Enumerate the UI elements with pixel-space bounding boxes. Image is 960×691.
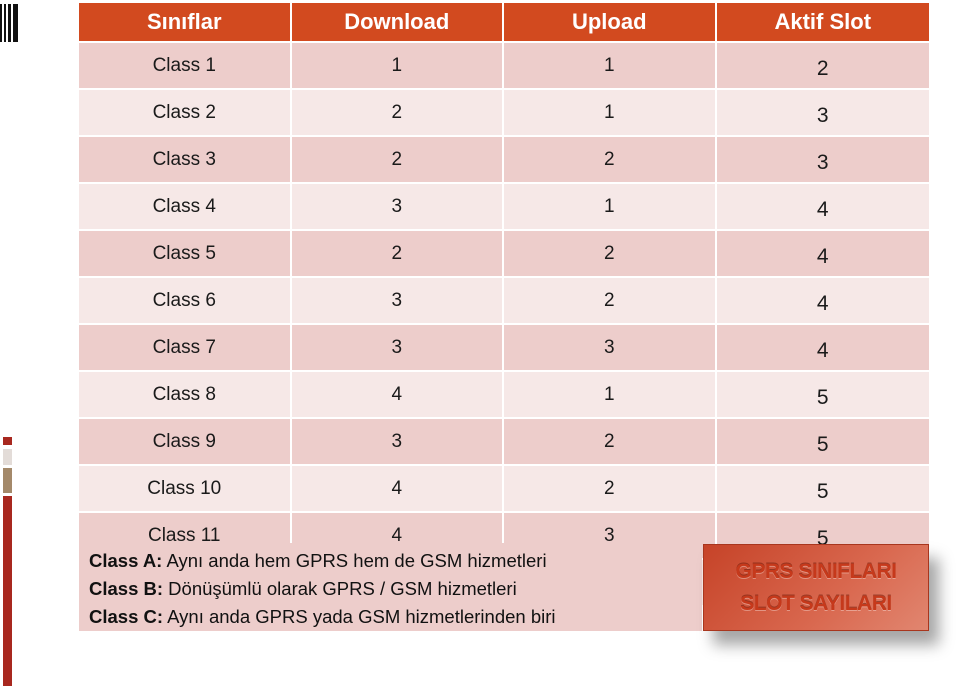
active-slot-cell: 4: [716, 278, 929, 325]
table-row: Class 2213: [79, 90, 929, 137]
note-text: Aynı anda hem GPRS hem de GSM hizmetleri: [162, 550, 547, 571]
table-row: Class 10 4 2 5: [79, 466, 929, 513]
side-strip-segment: [3, 496, 12, 686]
class-name-cell: Class 5: [79, 231, 292, 278]
class-name-cell: Class 2: [79, 90, 292, 137]
table-row: Class 1112: [79, 43, 929, 90]
class-name-cell: Class 4: [79, 184, 292, 231]
class-name-cell: Class 9: [79, 419, 292, 466]
table-row: Class 6324: [79, 278, 929, 325]
download-cell: 2: [291, 137, 504, 184]
active-slot-cell: 5: [716, 466, 929, 513]
download-cell: 3: [291, 184, 504, 231]
active-slot-cell: 3: [716, 137, 929, 184]
upload-cell: 1: [504, 43, 717, 90]
note-text: Aynı anda GPRS yada GSM hizmetlerinden b…: [163, 606, 556, 627]
table-row: Class 8415: [79, 372, 929, 419]
note-class-c: Class C: Aynı anda GPRS yada GSM hizmetl…: [89, 603, 692, 631]
upload-cell: 1: [504, 184, 717, 231]
upload-cell: 2: [504, 466, 717, 513]
download-cell: 4: [291, 372, 504, 419]
active-slot-cell: 5: [716, 419, 929, 466]
class-name-cell: Class 6: [79, 278, 292, 325]
side-strip-segment: [3, 468, 12, 493]
column-header-active-slot: Aktif Slot: [716, 3, 929, 43]
download-cell: 2: [291, 231, 504, 278]
note-label: Class B:: [89, 578, 164, 599]
download-cell: 1: [291, 43, 504, 90]
active-slot-cell: 4: [716, 184, 929, 231]
class-name-cell: Class 8: [79, 372, 292, 419]
upload-cell: 1: [504, 90, 717, 137]
active-slot-cell: 4: [716, 325, 929, 372]
column-header-upload: Upload: [504, 3, 717, 43]
stamp-line-2: SLOT SAYILARI: [740, 591, 892, 615]
column-header-classes: Sınıflar: [79, 3, 292, 43]
table-row: Class 4314: [79, 184, 929, 231]
side-strip-segment: [3, 437, 12, 445]
note-text: Dönüşümlü olarak GPRS / GSM hizmetleri: [163, 578, 517, 599]
upload-cell: 2: [504, 278, 717, 325]
upload-cell: 3: [504, 325, 717, 372]
active-slot-cell: 3: [716, 90, 929, 137]
class-name-cell: Class 10: [79, 466, 292, 513]
active-slot-cell: 4: [716, 231, 929, 278]
download-cell: 3: [291, 325, 504, 372]
upload-cell: 2: [504, 137, 717, 184]
note-label: Class A:: [89, 550, 163, 571]
column-header-download: Download: [291, 3, 504, 43]
download-cell: 2: [291, 90, 504, 137]
class-name-cell: Class 7: [79, 325, 292, 372]
class-name-cell: Class 1: [79, 43, 292, 90]
side-strip-segment: [3, 449, 12, 465]
table-row: Class 5224: [79, 231, 929, 278]
gprs-class-table: Sınıflar Download Upload Aktif Slot Clas…: [79, 3, 929, 607]
active-slot-cell: 2: [716, 43, 929, 90]
table-row: Class 9325: [79, 419, 929, 466]
note-class-b: Class B: Dönüşümlü olarak GPRS / GSM hiz…: [89, 575, 692, 603]
upload-cell: 2: [504, 419, 717, 466]
note-label: Class C:: [89, 606, 164, 627]
table-header-row: Sınıflar Download Upload Aktif Slot: [79, 3, 929, 43]
upload-cell: 1: [504, 372, 717, 419]
download-cell: 3: [291, 278, 504, 325]
download-cell: 3: [291, 419, 504, 466]
title-stamp: GPRS SINIFLARI SLOT SAYILARI: [703, 544, 929, 631]
upload-cell: 2: [504, 231, 717, 278]
table-row: Class 3223: [79, 137, 929, 184]
table-row: Class 7334: [79, 325, 929, 372]
stamp-line-1: GPRS SINIFLARI: [735, 559, 897, 583]
barcode-decoration: [0, 4, 18, 42]
class-notes-box: Class A: Aynı anda hem GPRS hem de GSM h…: [79, 543, 702, 631]
active-slot-cell: 5: [716, 372, 929, 419]
download-cell: 4: [291, 466, 504, 513]
class-name-cell: Class 3: [79, 137, 292, 184]
note-class-a: Class A: Aynı anda hem GPRS hem de GSM h…: [89, 547, 692, 575]
